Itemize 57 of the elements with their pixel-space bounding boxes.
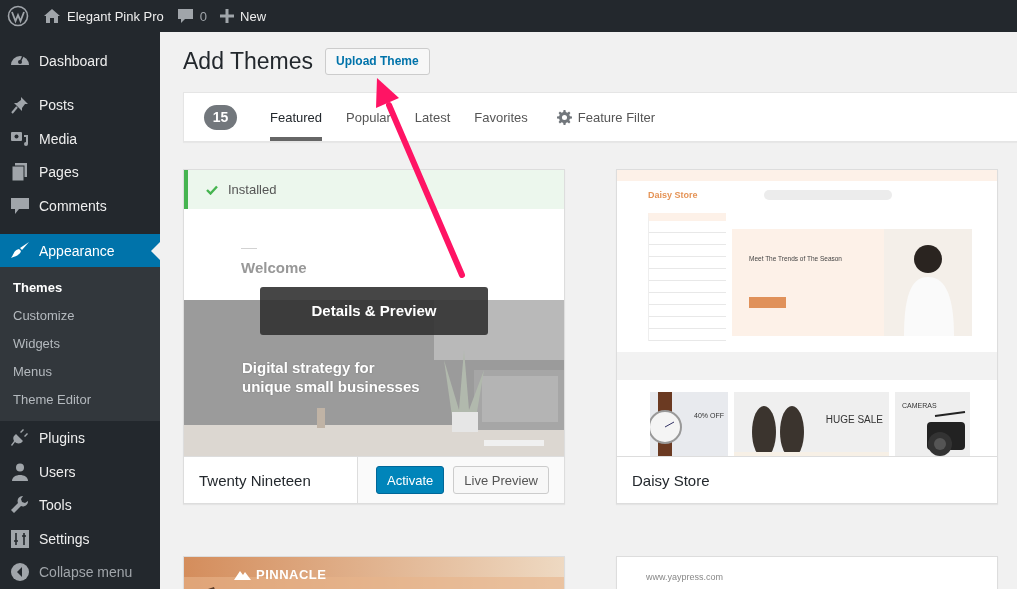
home-icon xyxy=(43,8,61,24)
sidebar-item[interactable]: Posts xyxy=(0,88,160,123)
pages-icon xyxy=(10,162,30,183)
sidebar-item[interactable]: Collapse menu xyxy=(0,555,160,589)
submenu-item[interactable]: Customize xyxy=(0,302,160,331)
filter-tab[interactable]: Featured xyxy=(270,93,323,141)
filter-tab[interactable]: Popular xyxy=(346,93,391,141)
gear-icon xyxy=(556,109,572,125)
submenu-item[interactable]: Widgets xyxy=(0,330,160,359)
preview-heading: Welcome xyxy=(241,259,307,276)
shop-now-drawing xyxy=(749,297,786,308)
preview-tagline: Digital strategy for unique small businesses xyxy=(242,358,421,396)
sidebar-item[interactable]: Comments xyxy=(0,189,160,223)
upload-theme-button[interactable]: Upload Theme xyxy=(325,47,430,75)
sidebar-item[interactable]: Plugins xyxy=(0,421,160,455)
sliders-icon xyxy=(10,528,30,549)
user-icon xyxy=(10,461,30,482)
comment-icon xyxy=(10,195,30,216)
submenu-item[interactable]: Menus xyxy=(0,358,160,387)
preview-logo: Daisy Store xyxy=(648,190,698,200)
logo-icon[interactable] xyxy=(7,5,29,27)
banner-text: HUGE SALE xyxy=(825,414,883,425)
submenu-item[interactable]: Themes xyxy=(0,274,160,303)
preview-logo: PINNACLE xyxy=(256,567,327,582)
new-link[interactable]: New xyxy=(220,8,267,24)
brush-icon xyxy=(10,240,30,261)
comment-icon xyxy=(176,8,194,24)
wrench-icon xyxy=(10,495,30,516)
dashboard-icon xyxy=(10,55,30,67)
pointer-icon xyxy=(151,241,160,260)
site-name-link[interactable]: Elegant Pink Pro xyxy=(43,8,164,24)
pin-icon xyxy=(10,95,30,116)
filter-tab[interactable]: Latest xyxy=(414,93,451,141)
activate-button[interactable]: Activate xyxy=(376,466,445,494)
installed-label: Installed xyxy=(228,182,277,197)
comments-link[interactable]: 0 xyxy=(176,8,208,24)
collapse-icon xyxy=(10,562,30,583)
details-preview-button[interactable]: Details & Preview xyxy=(260,287,488,335)
sidebar-item[interactable]: Dashboard xyxy=(0,44,160,78)
check-icon xyxy=(206,184,218,195)
sidebar-item[interactable]: Pages xyxy=(0,155,160,190)
submenu-item[interactable]: Theme Editor xyxy=(0,386,160,415)
plus-icon xyxy=(220,9,235,23)
theme-name: Daisy Store xyxy=(631,470,711,491)
sidebar-item[interactable]: Settings xyxy=(0,521,160,556)
sidebar-item[interactable]: Media xyxy=(0,122,160,156)
theme-name: Twenty Nineteen xyxy=(198,470,312,491)
sidebar-item[interactable]: Users xyxy=(0,454,160,489)
sidebar-item[interactable]: Appearance xyxy=(0,233,160,268)
preview-logo: www.yaypress.com xyxy=(646,572,724,582)
feature-filter-link[interactable]: Feature Filter xyxy=(556,93,656,141)
mountain-icon xyxy=(234,569,251,580)
live-preview-button[interactable]: Live Preview xyxy=(453,466,549,494)
theme-count: 15 xyxy=(204,104,237,130)
filter-tab[interactable]: Favorites xyxy=(474,93,528,141)
sidebar-item[interactable]: Tools xyxy=(0,488,160,522)
page-title: Add Themes xyxy=(183,47,313,75)
